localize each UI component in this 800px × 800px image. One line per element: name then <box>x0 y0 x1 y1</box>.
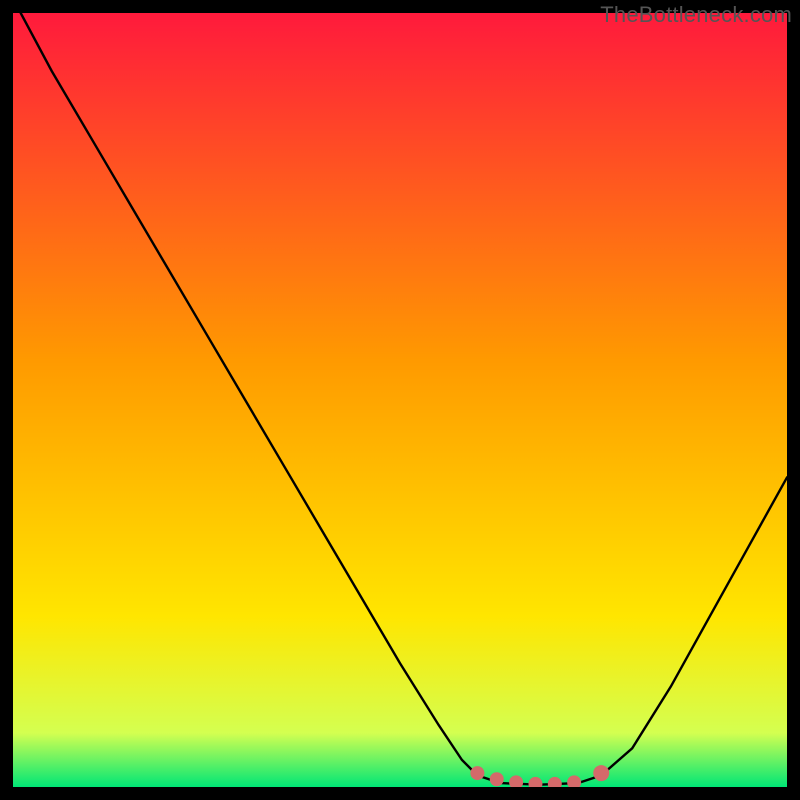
chart-background <box>13 13 787 787</box>
marker-min-flat-right <box>593 765 609 781</box>
watermark: TheBottleneck.com <box>600 2 792 28</box>
marker-min-flat-1 <box>490 772 504 786</box>
marker-min-flat-left <box>470 766 484 780</box>
chart-svg <box>13 13 787 787</box>
